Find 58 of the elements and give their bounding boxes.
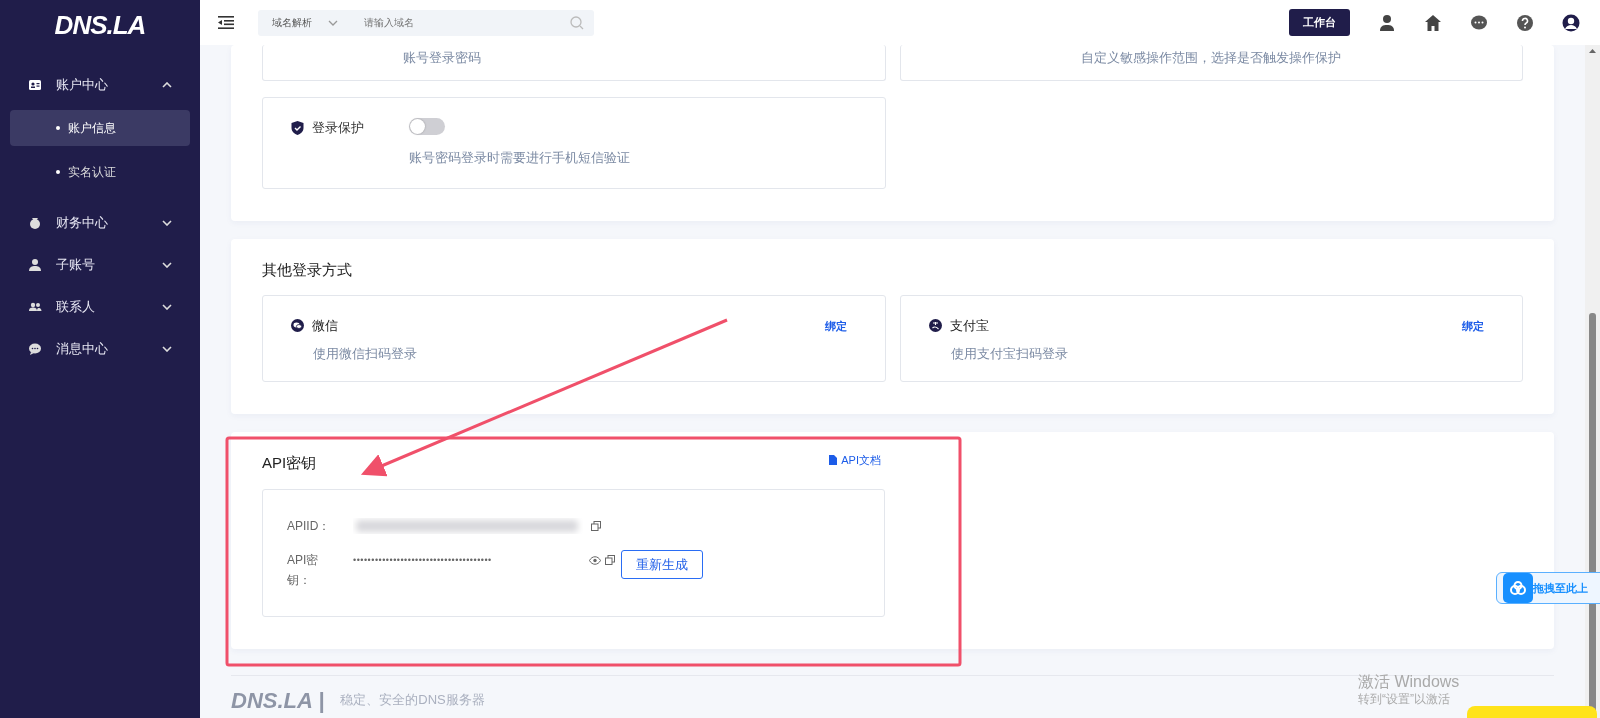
cloud-icon xyxy=(1509,581,1527,595)
section-title: 其他登录方式 xyxy=(262,260,352,278)
collapse-menu-icon[interactable] xyxy=(218,16,234,29)
activation-text: 转到“设置”以激活 xyxy=(1358,692,1451,706)
bind-link[interactable]: 绑定 xyxy=(1462,317,1484,334)
workbench-button[interactable]: 工作台 xyxy=(1289,9,1350,36)
chevron-down-icon xyxy=(162,262,172,268)
avatar-icon[interactable] xyxy=(1562,13,1580,32)
copy-icon[interactable] xyxy=(605,554,615,565)
alipay-icon xyxy=(928,319,942,333)
chevron-down-icon xyxy=(162,304,172,310)
chevron-up-icon xyxy=(162,82,172,88)
description-text: 自定义敏感操作范围，选择是否触发操作保护 xyxy=(1081,50,1342,65)
search-field[interactable]: 请输入域名 xyxy=(344,9,594,36)
setting-title: 登录保护 xyxy=(312,118,364,137)
chat-icon xyxy=(28,342,42,356)
footer-slogan: 稳定、安全的DNS服务器 xyxy=(340,691,485,710)
logo: DNS.LA xyxy=(54,10,146,40)
chevron-down-icon xyxy=(162,346,172,352)
chevron-down-icon xyxy=(328,19,338,26)
wechat-icon xyxy=(291,319,304,333)
document-icon xyxy=(829,455,838,466)
description-text: 使用支付宝扫码登录 xyxy=(950,344,1068,363)
regenerate-button[interactable]: 重新生成 xyxy=(621,549,703,579)
sidebar-subitem[interactable]: 账户信息 xyxy=(10,110,190,146)
field-label: APIID： xyxy=(287,517,332,535)
description-text: 使用微信扫码登录 xyxy=(313,344,417,363)
footer-logo: DNS.LA | xyxy=(231,686,325,715)
bind-link[interactable]: 绑定 xyxy=(824,317,847,334)
field-label: API密钥： xyxy=(287,551,320,589)
description-text: 账号登录密码 xyxy=(403,50,481,65)
sidebar-item[interactable]: 消息中心 xyxy=(0,328,200,370)
login-method-name: 支付宝 xyxy=(949,317,989,335)
masked-secret: •••••••••••••••••••••••••••••••••••••• xyxy=(353,553,493,567)
sidebar-item[interactable]: 财务中心 xyxy=(0,202,200,244)
sidebar-item[interactable]: 账户中心 xyxy=(0,64,200,106)
help-icon[interactable] xyxy=(1516,13,1534,32)
sidebar-item[interactable]: 联系人 xyxy=(0,286,200,328)
shield-icon xyxy=(291,120,304,135)
id-card-icon xyxy=(28,78,42,92)
scope-dropdown[interactable]: 域名解析 xyxy=(258,9,344,36)
api-doc-link[interactable]: API文档 xyxy=(829,452,881,469)
user-icon xyxy=(28,258,42,272)
scroll-up-icon[interactable] xyxy=(1589,49,1596,53)
eye-icon[interactable] xyxy=(589,555,601,565)
description-text: 账号密码登录时需要进行手机短信验证 xyxy=(409,149,630,167)
chevron-down-icon xyxy=(162,220,172,226)
sidebar-item[interactable]: 子账号 xyxy=(0,244,200,286)
login-method-name: 微信 xyxy=(312,317,338,335)
activation-title: 激活 Windows xyxy=(1358,672,1460,692)
home-icon[interactable] xyxy=(1424,13,1442,32)
section-title: API密钥 xyxy=(262,454,317,471)
money-bag-icon xyxy=(28,216,42,230)
contacts-icon xyxy=(28,300,42,314)
chat-icon[interactable] xyxy=(1470,13,1488,32)
toggle-switch[interactable] xyxy=(409,117,445,135)
copy-icon[interactable] xyxy=(591,520,601,531)
sidebar-subitem[interactable]: 实名认证 xyxy=(10,154,190,190)
